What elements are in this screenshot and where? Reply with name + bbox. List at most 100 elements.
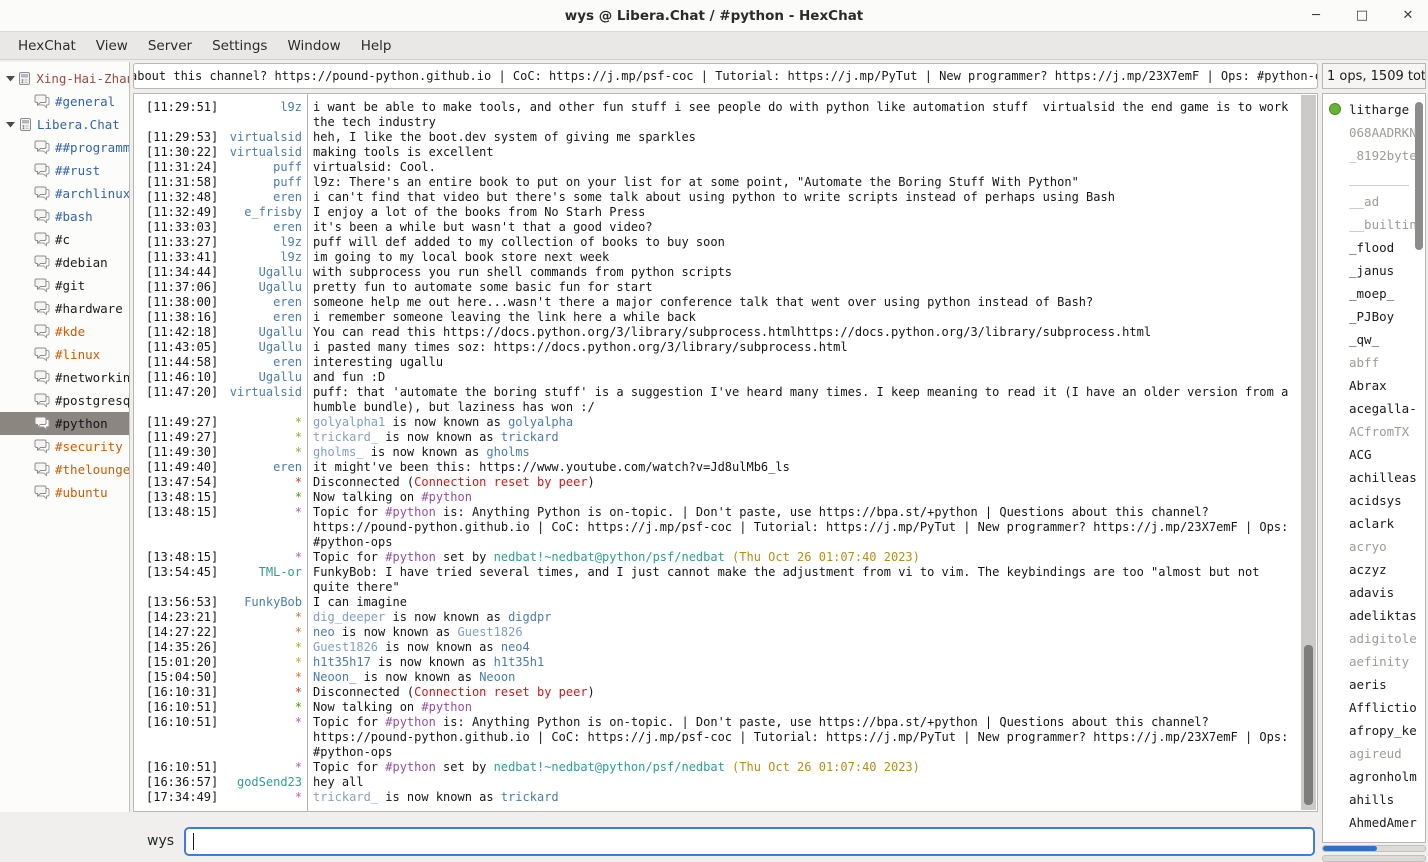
user-list-item[interactable]: acegalla- bbox=[1323, 397, 1425, 420]
tree-item-python[interactable]: #python bbox=[0, 412, 129, 435]
expander-icon[interactable] bbox=[5, 74, 17, 83]
message-text: trickard_ is now known as trickard bbox=[313, 790, 1297, 805]
tree-item-general[interactable]: #general bbox=[0, 90, 129, 113]
user-list-item[interactable]: aczyz bbox=[1323, 558, 1425, 581]
minimize-button[interactable]: ─ bbox=[1308, 8, 1324, 23]
user-list-item[interactable]: adavis bbox=[1323, 581, 1425, 604]
user-list-item[interactable]: __ad bbox=[1323, 190, 1425, 213]
timestamp: [11:29:53] bbox=[146, 130, 222, 145]
tree-item-thelounge[interactable]: #thelounge bbox=[0, 458, 129, 481]
menu-item-window[interactable]: Window bbox=[277, 34, 350, 58]
topic-text: about this channel? https://pound-python… bbox=[133, 69, 1318, 83]
nick: l9z bbox=[222, 100, 302, 115]
lag-meter-fill bbox=[1323, 846, 1377, 851]
message-text: Topic for #python set by nedbat!~nedbat@… bbox=[313, 550, 1297, 565]
tree-item-programming[interactable]: ##programming bbox=[0, 136, 129, 159]
message-input[interactable] bbox=[184, 827, 1315, 856]
tree-item-networking[interactable]: #networking bbox=[0, 366, 129, 389]
menu-item-server[interactable]: Server bbox=[138, 34, 202, 58]
tree-item-libera-chat[interactable]: Libera.Chat bbox=[0, 113, 129, 136]
tree-item-hardware[interactable]: #hardware bbox=[0, 297, 129, 320]
user-list-item[interactable]: aefinity bbox=[1323, 650, 1425, 673]
tree-item-xing-hai-zhan[interactable]: Xing-Hai-Zhan bbox=[0, 67, 129, 90]
user-list-item[interactable]: adeliktas bbox=[1323, 604, 1425, 627]
user-name: abff bbox=[1349, 355, 1379, 370]
chat-line: [16:10:31]*Disconnected (Connection rese… bbox=[146, 685, 1297, 700]
timestamp: [17:34:49] bbox=[146, 790, 222, 805]
chat-line: [13:48:15]*Topic for #python set by nedb… bbox=[146, 550, 1297, 565]
user-name: agronholm bbox=[1349, 769, 1417, 784]
user-list-item[interactable]: aclark bbox=[1323, 512, 1425, 535]
message-text: it might've been this: https://www.youtu… bbox=[313, 460, 1297, 475]
user-list-item[interactable]: adigitole bbox=[1323, 627, 1425, 650]
user-list-item[interactable]: agronholm bbox=[1323, 765, 1425, 788]
user-list-item[interactable]: aeris bbox=[1323, 673, 1425, 696]
user-list-item[interactable]: _moep_ bbox=[1323, 282, 1425, 305]
window-controls: ─ □ ✕ bbox=[1308, 0, 1416, 31]
tree-item-kde[interactable]: #kde bbox=[0, 320, 129, 343]
timestamp: [11:38:00] bbox=[146, 295, 222, 310]
nick: godSend23 bbox=[222, 775, 302, 790]
tree-item-debian[interactable]: #debian bbox=[0, 251, 129, 274]
tree-item-ubuntu[interactable]: #ubuntu bbox=[0, 481, 129, 504]
expander-icon[interactable] bbox=[5, 120, 18, 129]
user-list-item[interactable]: __builtin bbox=[1323, 213, 1425, 236]
maximize-button[interactable]: □ bbox=[1354, 8, 1370, 23]
user-list-item[interactable]: acryo bbox=[1323, 535, 1425, 558]
message-text: neo is now known as Guest1826 bbox=[313, 625, 1297, 640]
menu-item-view[interactable]: View bbox=[86, 34, 138, 58]
user-list-item[interactable]: _qw_ bbox=[1323, 328, 1425, 351]
user-list-item[interactable]: ACfromTX bbox=[1323, 420, 1425, 443]
tree-item-label: #python bbox=[55, 416, 108, 431]
tree-item-postgresql[interactable]: #postgresql bbox=[0, 389, 129, 412]
tree-item-linux[interactable]: #linux bbox=[0, 343, 129, 366]
chat-scrollbar[interactable] bbox=[1301, 95, 1316, 810]
message-text: hey all bbox=[313, 775, 1297, 790]
user-list-item[interactable]: 068AADRKN bbox=[1323, 121, 1425, 144]
menu-item-hexchat[interactable]: HexChat bbox=[8, 34, 86, 58]
user-list-item[interactable]: acidsys bbox=[1323, 489, 1425, 512]
user-list-item[interactable]: _PJBoy bbox=[1323, 305, 1425, 328]
user-name: adavis bbox=[1349, 585, 1394, 600]
close-button[interactable]: ✕ bbox=[1400, 8, 1416, 23]
user-list-item[interactable]: agireud bbox=[1323, 742, 1425, 765]
timestamp: [14:23:21] bbox=[146, 610, 222, 625]
user-name: 068AADRKN bbox=[1349, 125, 1417, 140]
message-text: golyalpha1 is now known as golyalpha bbox=[313, 415, 1297, 430]
tree-item-rust[interactable]: ##rust bbox=[0, 159, 129, 182]
message-text: gholms_ is now known as gholms bbox=[313, 445, 1297, 460]
tree-item-bash[interactable]: #bash bbox=[0, 205, 129, 228]
tree-item-security[interactable]: #security bbox=[0, 435, 129, 458]
user-list-item[interactable]: abff bbox=[1323, 351, 1425, 374]
user-list-item[interactable]: litharge bbox=[1323, 98, 1425, 121]
user-list-item[interactable]: ________ bbox=[1323, 167, 1425, 190]
tree-item-c[interactable]: #c bbox=[0, 228, 129, 251]
user-list-item[interactable]: ahills bbox=[1323, 788, 1425, 811]
tree-item-label: Xing-Hai-Zhan bbox=[36, 71, 129, 86]
tree-item-label: ##programming bbox=[55, 140, 129, 155]
user-list-item[interactable]: _janus bbox=[1323, 259, 1425, 282]
timestamp: [11:33:03] bbox=[146, 220, 222, 235]
channel-icon bbox=[34, 301, 51, 316]
user-list-item[interactable]: Abrax bbox=[1323, 374, 1425, 397]
topic-bar[interactable]: about this channel? https://pound-python… bbox=[133, 63, 1318, 89]
user-list-item[interactable]: _flood bbox=[1323, 236, 1425, 259]
user-list-item[interactable]: _8192byte bbox=[1323, 144, 1425, 167]
timestamp: [16:10:51] bbox=[146, 700, 222, 715]
user-list-item[interactable]: ACG bbox=[1323, 443, 1425, 466]
user-list-item[interactable]: achilleas bbox=[1323, 466, 1425, 489]
message-text: someone help me out here...wasn't there … bbox=[313, 295, 1297, 310]
tree-item-archlinux[interactable]: #archlinux bbox=[0, 182, 129, 205]
chat-line: [11:38:00]erensomeone help me out here..… bbox=[146, 295, 1297, 310]
user-list-item[interactable]: Afflictio bbox=[1323, 696, 1425, 719]
chat-scrollbar-thumb[interactable] bbox=[1304, 645, 1313, 805]
message-text: interesting ugallu bbox=[313, 355, 1297, 370]
user-list-item[interactable]: AhmedAmer bbox=[1323, 811, 1425, 834]
tree-item-git[interactable]: #git bbox=[0, 274, 129, 297]
user-list-item[interactable]: afropy_ke bbox=[1323, 719, 1425, 742]
menu-item-help[interactable]: Help bbox=[351, 34, 402, 58]
nick: virtualsid bbox=[222, 145, 302, 160]
user-name: Abrax bbox=[1349, 378, 1387, 393]
message-text: im going to my local book store next wee… bbox=[313, 250, 1297, 265]
menu-item-settings[interactable]: Settings bbox=[202, 34, 277, 58]
